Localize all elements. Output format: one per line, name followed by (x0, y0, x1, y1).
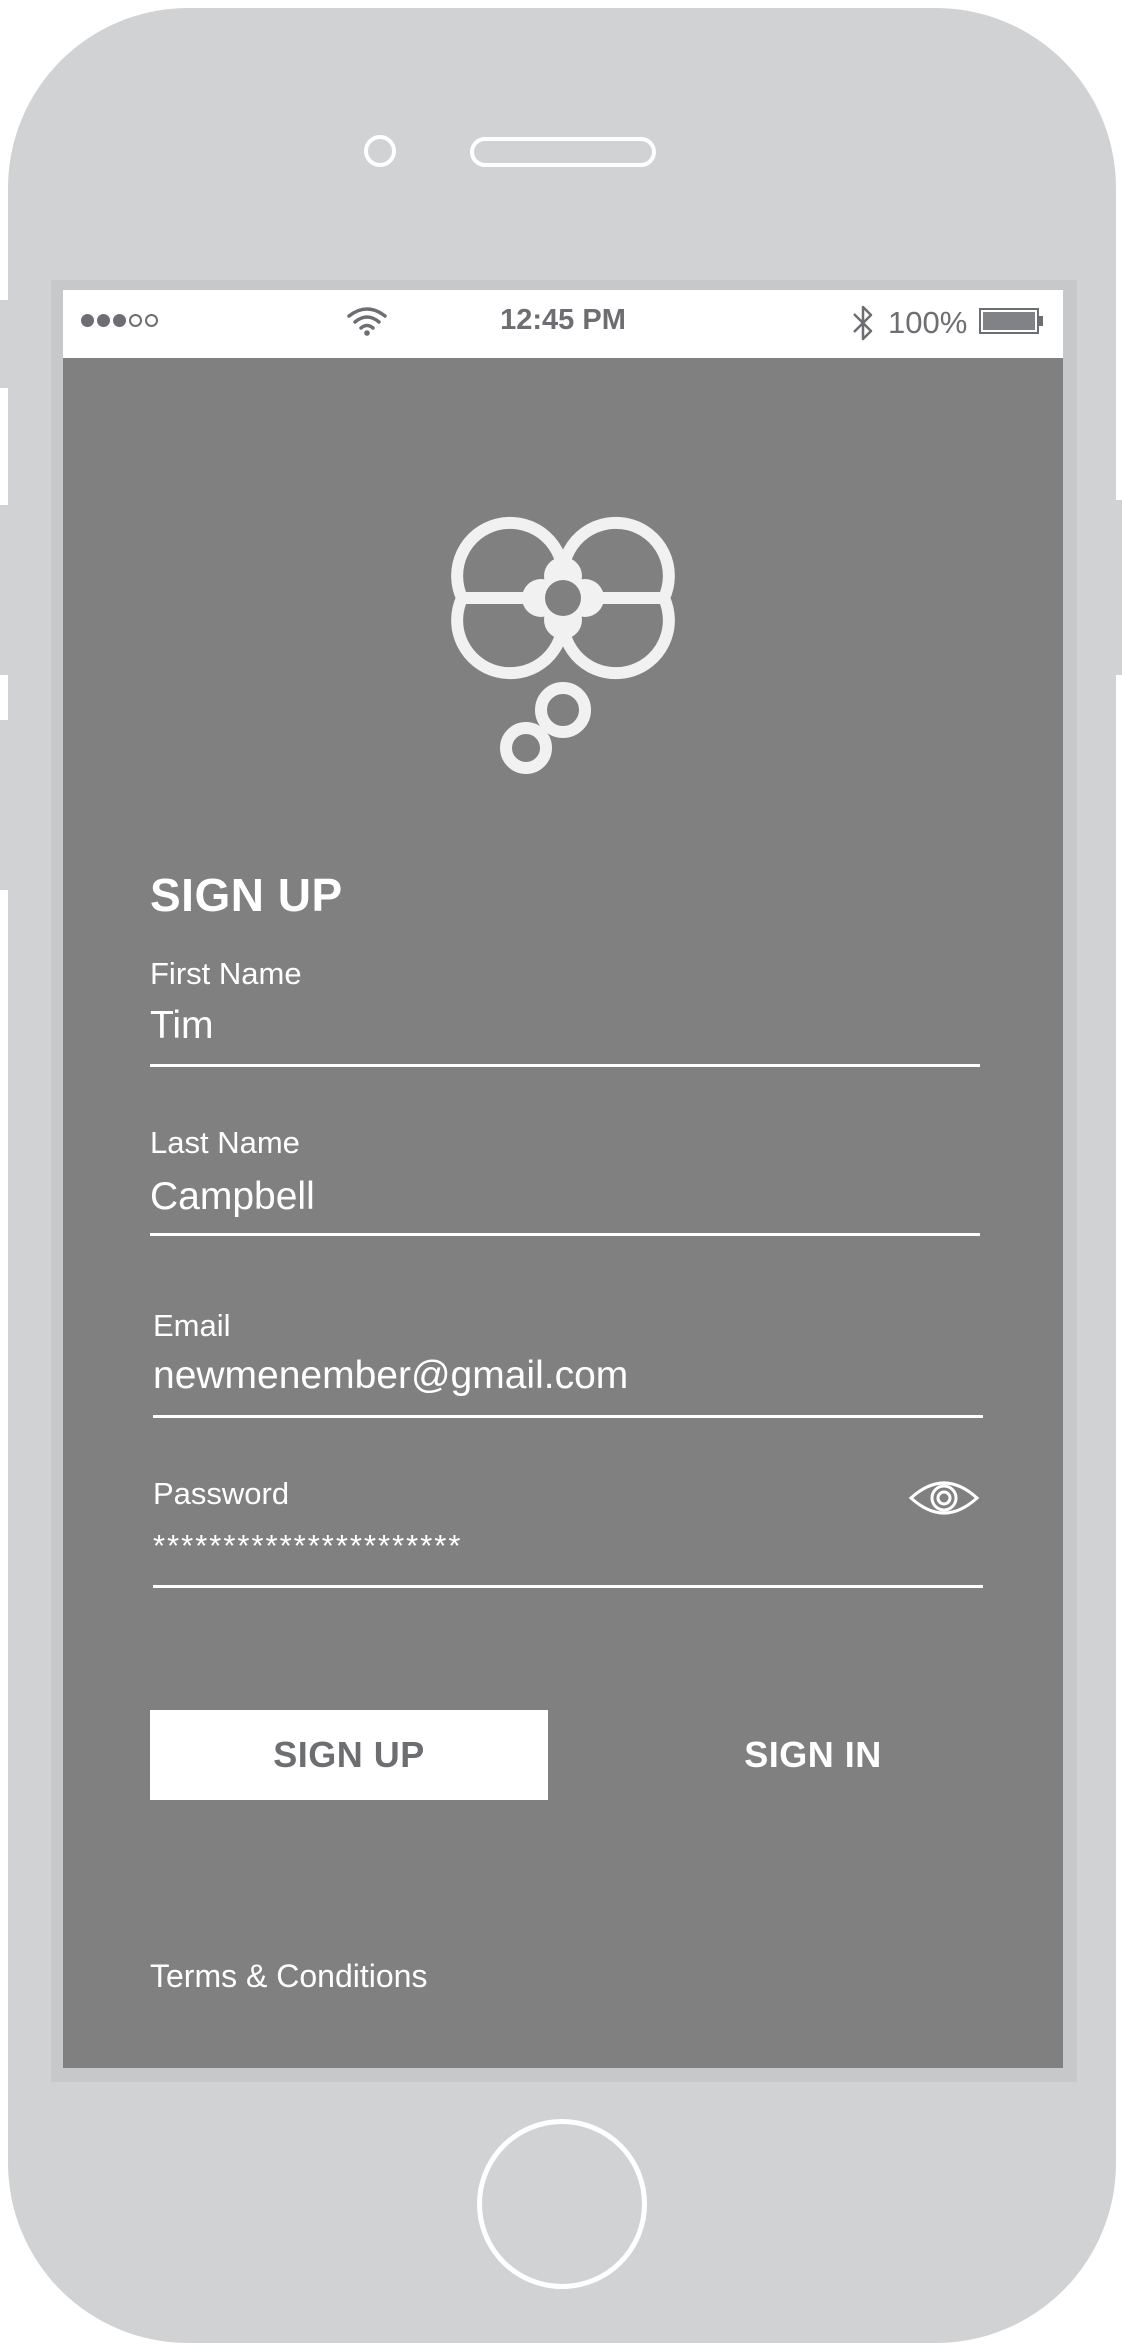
terms-link[interactable]: Terms & Conditions (150, 1958, 427, 1995)
battery-icon (979, 308, 1039, 334)
volume-down-button (0, 720, 10, 890)
battery-tip (1039, 316, 1043, 326)
page-title: SIGN UP (150, 869, 343, 921)
first-name-input[interactable]: Tim (150, 1004, 214, 1048)
last-name-underline (150, 1233, 980, 1236)
earpiece-speaker (470, 137, 656, 167)
flower-logo-icon (451, 516, 675, 774)
first-name-underline (150, 1064, 980, 1067)
first-name-field[interactable]: First Name Tim (150, 956, 980, 1072)
last-name-input[interactable]: Campbell (150, 1175, 315, 1219)
battery-percentage: 100% (888, 305, 968, 340)
volume-up-button (0, 505, 10, 675)
sign-up-button[interactable]: SIGN UP (150, 1710, 548, 1800)
sign-in-button[interactable]: SIGN IN (648, 1710, 978, 1800)
status-bar: 12:45 PM 100% (63, 290, 1063, 358)
home-button[interactable] (477, 2119, 647, 2289)
email-field[interactable]: Email newmenember@gmail.com (153, 1308, 983, 1424)
last-name-label: Last Name (150, 1125, 300, 1160)
front-camera (364, 135, 396, 167)
email-underline (153, 1415, 983, 1418)
password-input[interactable]: ********************** (153, 1528, 462, 1564)
email-label: Email (153, 1308, 231, 1343)
mute-switch (0, 300, 10, 388)
first-name-label: First Name (150, 956, 302, 991)
password-label: Password (153, 1476, 290, 1511)
power-button (1112, 500, 1122, 675)
password-field[interactable]: Password ********************** (153, 1476, 983, 1596)
bluetooth-icon (853, 305, 873, 341)
eye-icon[interactable] (909, 1476, 979, 1520)
email-input[interactable]: newmenember@gmail.com (153, 1354, 628, 1398)
signup-screen: SIGN UP First Name Tim Last Name Campbel… (63, 358, 1063, 2068)
password-underline (153, 1585, 983, 1588)
last-name-field[interactable]: Last Name Campbell (150, 1125, 980, 1241)
